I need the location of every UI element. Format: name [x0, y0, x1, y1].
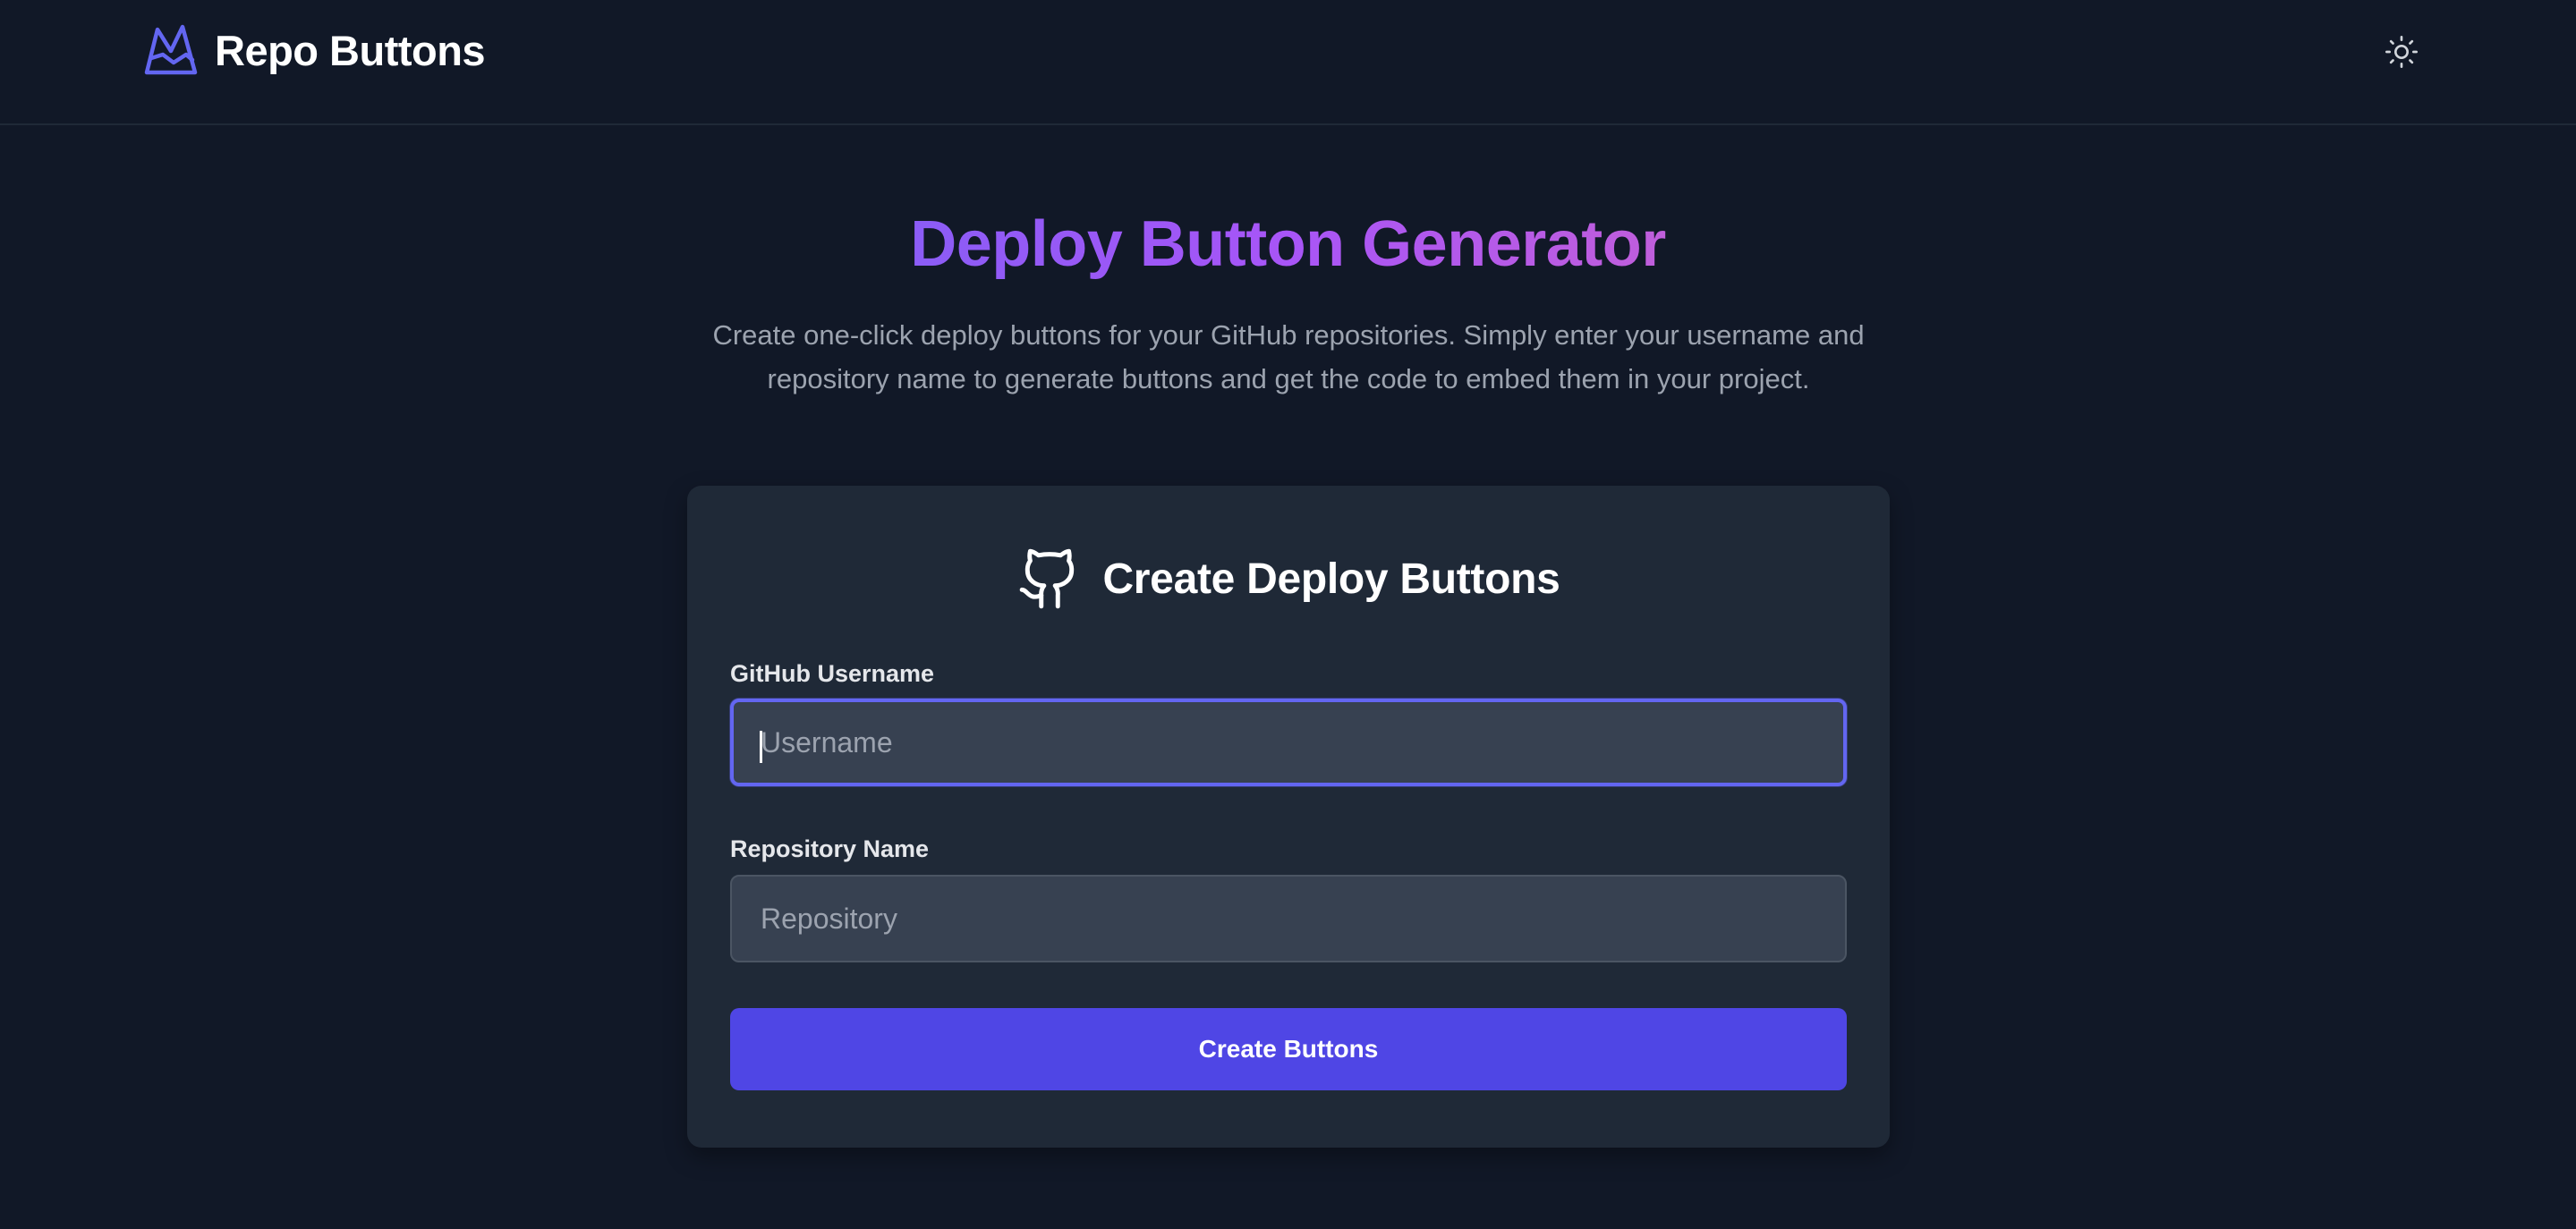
username-label: GitHub Username	[730, 660, 935, 687]
card-heading: Create Deploy Buttons	[687, 543, 1890, 614]
create-buttons-button[interactable]: Create Buttons	[730, 1008, 1847, 1090]
create-buttons-card: Create Deploy Buttons GitHub Username Re…	[687, 486, 1890, 1148]
username-input[interactable]	[730, 699, 1847, 786]
mountain-crown-logo-icon	[144, 24, 198, 75]
repository-label: Repository Name	[730, 835, 930, 862]
page-description: Create one-click deploy buttons for your…	[712, 319, 1865, 394]
github-icon	[1020, 548, 1075, 609]
card-title: Create Deploy Buttons	[1102, 555, 1560, 603]
theme-toggle-button[interactable]	[2378, 29, 2425, 75]
page-title: Deploy Button Generator	[910, 208, 1666, 280]
sun-icon	[2385, 36, 2418, 68]
text-cursor	[760, 731, 762, 763]
repository-input[interactable]	[730, 875, 1847, 962]
brand-name: Repo Buttons	[215, 26, 486, 74]
top-nav: Repo Buttons	[0, 0, 2576, 125]
brand-link[interactable]: Repo Buttons	[143, 23, 486, 77]
